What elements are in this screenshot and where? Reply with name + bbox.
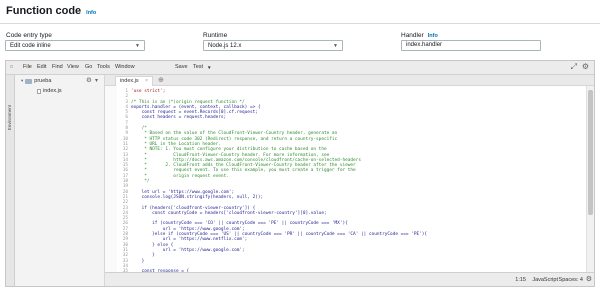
- file-tree: ▾ prueba ⚙ ▾ index.js: [15, 75, 105, 286]
- file-name: index.js: [43, 88, 62, 94]
- runtime-label: Runtime: [203, 32, 227, 39]
- editor-gutter: [105, 86, 117, 272]
- test-button[interactable]: Test: [193, 64, 203, 70]
- tree-settings-gear-icon[interactable]: ⚙: [86, 77, 92, 85]
- add-tab-icon[interactable]: ⊕: [158, 76, 164, 84]
- chevron-down-icon: ▼: [333, 42, 338, 49]
- folder-name: prueba: [34, 78, 52, 84]
- handler-label: Handler Info: [401, 32, 438, 39]
- runtime-value: Node.js 12.x: [208, 42, 242, 49]
- menu-view[interactable]: View: [67, 64, 79, 70]
- code-entry-type-select[interactable]: Edit code inline ▼: [5, 40, 145, 51]
- info-link[interactable]: Info: [86, 10, 96, 16]
- close-icon[interactable]: ×: [145, 78, 148, 85]
- settings-gear-icon[interactable]: ⚙: [582, 63, 589, 71]
- header-divider: [0, 23, 600, 24]
- fullscreen-icon[interactable]: ⤢: [571, 63, 577, 71]
- handler-input[interactable]: index.handler: [401, 40, 541, 51]
- environment-label: Environment: [7, 105, 12, 131]
- code-text: */: [131, 179, 150, 185]
- caret-down-icon: ▾: [21, 78, 24, 83]
- tree-file[interactable]: index.js: [37, 88, 62, 94]
- code-text: 'use strict';: [131, 89, 166, 94]
- menu-edit[interactable]: Edit: [37, 64, 46, 70]
- code-text: const headers = request.headers;: [131, 115, 227, 121]
- code-editor-ide: ▫ File Edit Find View Go Tools Window Sa…: [5, 60, 595, 287]
- ide-logo-icon: ▫: [10, 62, 13, 71]
- editor-tabbar: index.js × ⊕: [105, 75, 594, 86]
- menu-window[interactable]: Window: [115, 64, 135, 70]
- code-editor[interactable]: 1'use strict'; 2 3/* This is an (*)origin …: [105, 86, 586, 286]
- file-icon: [37, 88, 41, 94]
- menu-tools[interactable]: Tools: [97, 64, 110, 70]
- editor-statusbar: 1:15 JavaScript Spaces: 4 ⚙: [105, 272, 594, 286]
- tab-index-js[interactable]: index.js ×: [115, 76, 153, 86]
- editor-scrollbar[interactable]: [586, 86, 594, 272]
- handler-value: index.handler: [406, 42, 443, 48]
- code-text: const countryCode = headers['cloudfront-…: [131, 210, 327, 216]
- code-area[interactable]: 1'use strict'; 2 3/* This is an (*)origin …: [117, 89, 586, 286]
- menu-go[interactable]: Go: [85, 64, 92, 70]
- scrollbar-thumb[interactable]: [588, 90, 593, 215]
- save-button[interactable]: Save: [175, 64, 188, 70]
- language-mode[interactable]: JavaScript: [532, 277, 558, 283]
- test-dropdown-icon[interactable]: ▼: [207, 65, 211, 70]
- chevron-down-icon: ▼: [135, 42, 140, 49]
- status-gear-icon[interactable]: ⚙: [586, 275, 592, 283]
- code-entry-type-label-text: Code entry type: [6, 32, 52, 39]
- indent-setting[interactable]: Spaces: 4: [559, 277, 583, 283]
- menu-file[interactable]: File: [23, 64, 32, 70]
- environment-strip[interactable]: Environment: [6, 75, 15, 286]
- cursor-position: 1:15: [515, 277, 526, 283]
- code-text: console.log(JSON.stringify(headers, null…: [131, 194, 264, 200]
- tab-label: index.js: [120, 78, 139, 84]
- section-title: Function code: [6, 5, 82, 17]
- handler-info-link[interactable]: Info: [428, 33, 438, 39]
- menu-find[interactable]: Find: [52, 64, 63, 70]
- code-text: }: [131, 258, 145, 264]
- section-header: Function code Info: [6, 5, 96, 19]
- folder-icon: [25, 78, 33, 84]
- handler-label-text: Handler: [401, 32, 424, 39]
- runtime-label-text: Runtime: [203, 32, 228, 39]
- tree-chevron-icon[interactable]: ▾: [95, 77, 98, 85]
- tree-folder[interactable]: ▾ prueba: [21, 78, 51, 84]
- code-entry-type-value: Edit code inline: [10, 42, 51, 49]
- code-entry-type-label: Code entry type: [6, 32, 52, 39]
- runtime-select[interactable]: Node.js 12.x ▼: [203, 40, 343, 51]
- ide-menubar: ▫ File Edit Find View Go Tools Window Sa…: [6, 61, 594, 75]
